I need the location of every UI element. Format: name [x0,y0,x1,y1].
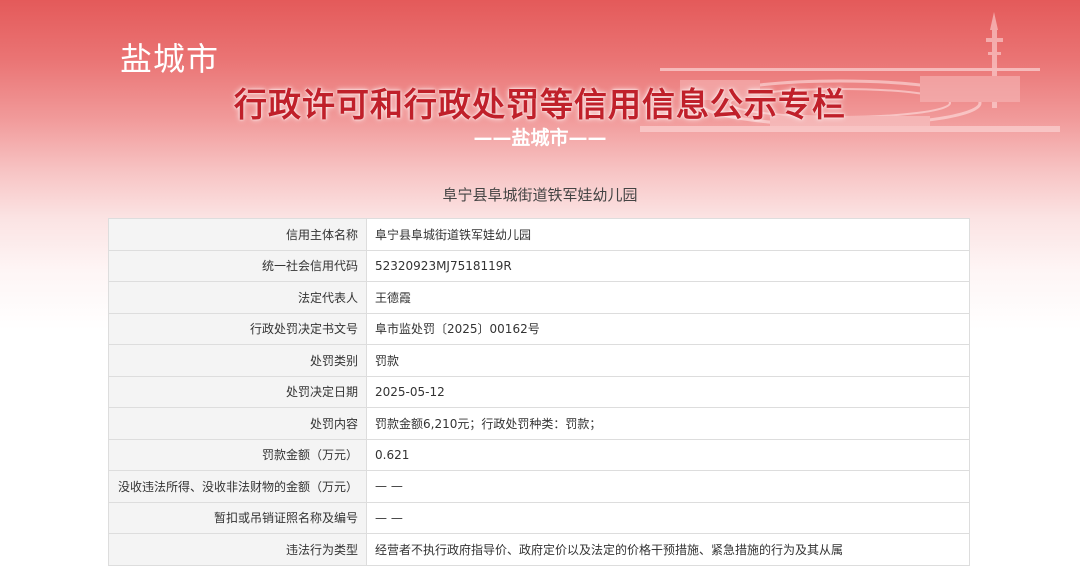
row-value: 经营者不执行政府指导价、政府定价以及法定的价格干预措施、紧急措施的行为及其从属 [366,533,970,566]
table-row: 信用主体名称 阜宁县阜城街道铁军娃幼儿园 [108,218,970,251]
row-value: 52320923MJ7518119R [366,249,970,282]
entity-heading: 阜宁县阜城街道铁军娃幼儿园 [442,186,638,204]
row-label: 信用主体名称 [108,218,367,251]
row-label: 处罚类别 [108,344,367,377]
row-value: 0.621 [366,438,970,471]
row-value: 阜宁县阜城街道铁军娃幼儿园 [366,218,970,251]
row-label: 处罚内容 [108,407,367,440]
row-value: — — [366,501,970,534]
row-label: 罚款金额（万元） [108,438,367,471]
row-value: 阜市监处罚〔2025〕00162号 [366,312,970,345]
row-label: 行政处罚决定书文号 [108,312,367,345]
row-value: 2025-05-12 [366,375,970,408]
table-row: 处罚类别 罚款 [108,344,970,377]
table-row: 行政处罚决定书文号 阜市监处罚〔2025〕00162号 [108,312,970,345]
table-row: 罚款金额（万元） 0.621 [108,438,970,471]
table-row: 暂扣或吊销证照名称及编号 — — [108,501,970,534]
row-label: 暂扣或吊销证照名称及编号 [108,501,367,534]
row-label: 法定代表人 [108,281,367,314]
row-value: 罚款 [366,344,970,377]
row-label: 处罚决定日期 [108,375,367,408]
row-label: 违法行为类型 [108,533,367,566]
row-label: 统一社会信用代码 [108,249,367,282]
table-row: 处罚内容 罚款金额6,210元；行政处罚种类：罚款； [108,407,970,440]
credit-info-table: 信用主体名称 阜宁县阜城街道铁军娃幼儿园 统一社会信用代码 52320923MJ… [108,218,970,566]
page-title: 行政许可和行政处罚等信用信息公示专栏 [234,85,846,124]
page-subtitle: ——盐城市—— [473,127,607,149]
row-value: — — [366,470,970,503]
table-row: 违法行为类型 经营者不执行政府指导价、政府定价以及法定的价格干预措施、紧急措施的… [108,533,970,566]
table-row: 处罚决定日期 2025-05-12 [108,375,970,408]
table-row: 法定代表人 王德霞 [108,281,970,314]
row-value: 王德霞 [366,281,970,314]
table-row: 没收违法所得、没收非法财物的金额（万元） — — [108,470,970,503]
city-name: 盐城市 [120,40,220,78]
row-value: 罚款金额6,210元；行政处罚种类：罚款； [366,407,970,440]
table-row: 统一社会信用代码 52320923MJ7518119R [108,249,970,282]
row-label: 没收违法所得、没收非法财物的金额（万元） [108,470,367,503]
